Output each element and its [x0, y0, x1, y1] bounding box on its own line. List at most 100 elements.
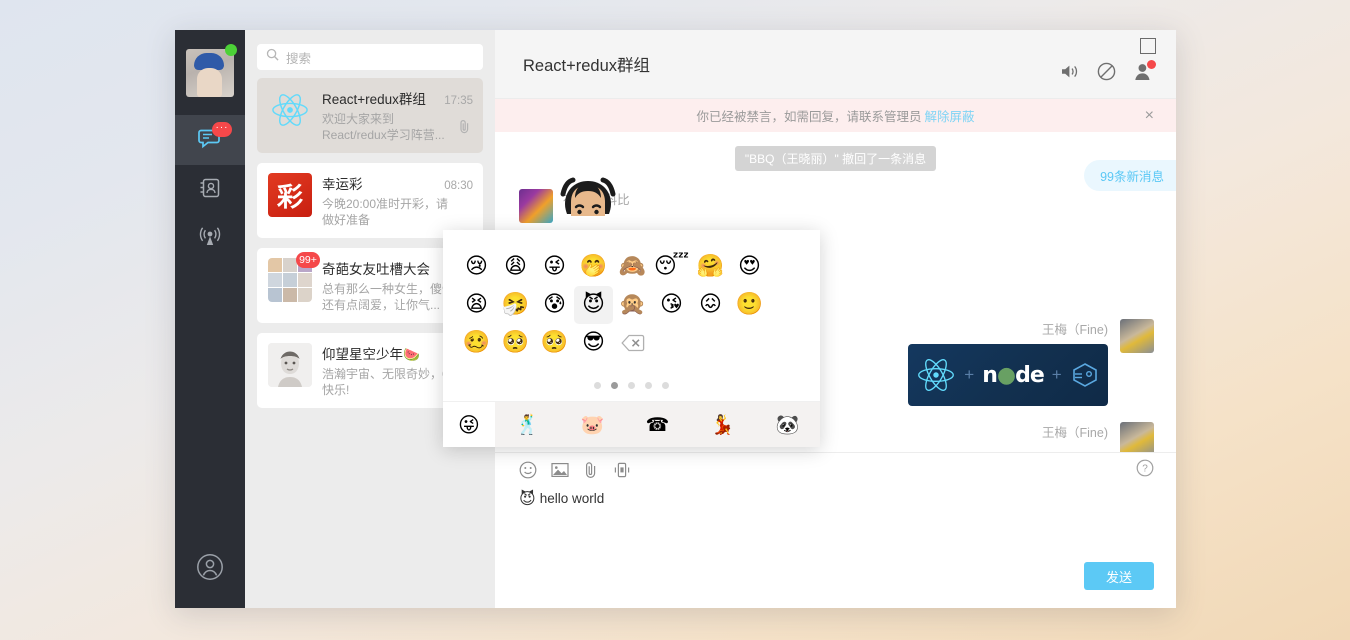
emoji-item[interactable]: 😩 — [496, 248, 535, 286]
svg-text:?: ? — [1142, 463, 1148, 474]
conversation-title: React+redux群组 — [322, 92, 426, 107]
unban-link[interactable]: 解除屏蔽 — [925, 106, 975, 125]
smiley-icon[interactable] — [519, 461, 537, 479]
emoji-item[interactable]: 😖 — [691, 286, 730, 324]
page-title: React+redux群组 — [523, 57, 651, 75]
send-button[interactable]: 发送 — [1084, 562, 1154, 590]
plus-sign: + — [964, 365, 975, 384]
person-add-icon[interactable] — [1134, 59, 1156, 81]
paperclip-icon[interactable] — [583, 461, 599, 479]
emoji-item[interactable]: 😰 — [535, 286, 574, 324]
emoji-item[interactable]: 🥴 — [457, 324, 496, 362]
message-content: 王梅（Fine) — [1042, 422, 1108, 452]
person-circle-icon — [196, 553, 224, 586]
avatar[interactable] — [1120, 319, 1154, 353]
sidebar-item-broadcast[interactable] — [175, 215, 245, 265]
maximize-window-icon[interactable] — [1140, 38, 1156, 54]
tab-sticker-1[interactable]: 🕺 — [495, 413, 560, 436]
list-item[interactable]: React+redux群组 17:35 欢迎大家来到React/redux学习阵… — [257, 78, 483, 153]
page-dot[interactable] — [645, 382, 652, 389]
emoji-item[interactable]: 😜 — [535, 248, 574, 286]
avatar[interactable] — [519, 189, 553, 223]
sidebar-item-chat[interactable]: ··· — [175, 115, 245, 165]
phone-shake-icon[interactable] — [613, 461, 631, 479]
page-dot-active[interactable] — [611, 382, 618, 389]
app-window: ··· 搜索 React+redux群组 17:35 欢迎大家来到React/r… — [175, 30, 1176, 608]
page-dot[interactable] — [594, 382, 601, 389]
list-item[interactable]: 彩 幸运彩 08:30 今晚20:00准时开彩，请做好准备 — [257, 163, 483, 238]
avatar — [268, 343, 312, 387]
emoji-picker-panel[interactable]: 😢 😩 😜 🤭 🙈 😴 🤗 😍 😫 🤧 😰 😈 🙊 😘 😖 🙂 🥴 🥺 🥺 😎 … — [443, 230, 820, 447]
contacts-card-icon — [198, 176, 222, 205]
tab-sticker-2[interactable]: 🐷 — [560, 413, 625, 436]
sticker-emoji-large — [555, 174, 621, 236]
nav-rail: ··· — [175, 30, 245, 608]
emoji-item[interactable]: 😢 — [457, 248, 496, 286]
list-item-body: React+redux群组 17:35 欢迎大家来到React/redux学习阵… — [322, 88, 473, 143]
emoji-item[interactable]: 🙊 — [613, 286, 652, 324]
emoji-item[interactable]: 😘 — [652, 286, 691, 324]
message-sender: 王梅（Fine) — [1042, 323, 1108, 337]
ban-notice-bar: 你已经被禁言，如需回复，请联系管理员 解除屏蔽 × — [495, 99, 1176, 132]
online-status-dot — [225, 44, 237, 56]
close-icon[interactable]: × — [1145, 107, 1154, 124]
list-item-header: React+redux群组 17:35 — [322, 88, 473, 108]
paperclip-icon — [458, 119, 471, 139]
draft-text: hello world — [539, 491, 605, 506]
conversation-time: 17:35 — [444, 95, 473, 107]
emoji-item[interactable]: 😫 — [457, 286, 496, 324]
conversation-title: 幸运彩 — [322, 177, 363, 192]
emoji-item[interactable]: 😍 — [730, 248, 769, 286]
emoji-item[interactable]: 🙂 — [730, 286, 769, 324]
emoji-item[interactable]: 🤭 — [574, 248, 613, 286]
emoji-page-dots — [443, 366, 820, 401]
conversation-time: 08:30 — [444, 180, 473, 192]
conversation-title: 仰望星空少年🍉 — [322, 347, 420, 362]
sidebar-item-profile[interactable] — [175, 553, 245, 586]
image-icon[interactable] — [551, 462, 569, 478]
new-messages-pill[interactable]: 99条新消息 — [1084, 160, 1176, 191]
message-input[interactable]: 😈 hello world — [495, 487, 1176, 562]
chat-header: React+redux群组 — [495, 30, 1176, 99]
emoji-item[interactable]: 😴 — [652, 248, 691, 286]
emoji-item-selected[interactable]: 😈 — [574, 286, 613, 324]
tab-sticker-4[interactable]: 💃 — [690, 413, 755, 436]
message-sender: 王梅（Fine) — [1042, 426, 1108, 440]
speaker-icon[interactable] — [1060, 63, 1079, 80]
emoji-item[interactable]: 🥺 — [496, 324, 535, 362]
emoji-grid: 😢 😩 😜 🤭 🙈 😴 🤗 😍 😫 🤧 😰 😈 🙊 😘 😖 🙂 🥴 🥺 🥺 😎 — [443, 230, 820, 366]
chat-pane: React+redux群组 你已经被禁言，如需回复，请联系管理员 解除屏蔽 × … — [443, 30, 1176, 608]
list-item-header: 幸运彩 08:30 — [322, 173, 473, 193]
question-mark-icon[interactable]: ? — [1136, 459, 1154, 482]
backspace-delete-icon[interactable] — [613, 324, 652, 362]
conversation-title: 奇葩女友吐槽大会 — [322, 262, 430, 277]
message-content: 王梅（Fine) + n●de + — [908, 319, 1108, 406]
emoji-item[interactable]: 🤗 — [691, 248, 730, 286]
draft-emoji: 😈 — [519, 489, 536, 508]
emoji-item[interactable]: 🙈 — [613, 248, 652, 286]
page-dot[interactable] — [662, 382, 669, 389]
page-dot[interactable] — [628, 382, 635, 389]
tab-sticker-3[interactable]: ☎ — [625, 414, 690, 436]
emoji-item[interactable]: 🥺 — [535, 324, 574, 362]
member-notification-dot — [1147, 59, 1156, 69]
send-row: 发送 — [495, 562, 1176, 608]
conversation-preview: 欢迎大家来到React/redux学习阵营... — [322, 112, 445, 142]
no-entry-icon[interactable] — [1097, 62, 1116, 81]
node-logo: n●de — [982, 362, 1045, 388]
search-input[interactable]: 搜索 — [257, 44, 483, 70]
conversation-preview: 今晚20:00准时开彩，请做好准备 — [322, 197, 449, 227]
webpack-logo — [1072, 363, 1097, 387]
sticker-tabs: 🕺 🐷 ☎ 💃 🐼 — [495, 402, 820, 447]
tab-emoji[interactable]: 😜 — [443, 402, 495, 447]
avatar[interactable] — [186, 48, 234, 97]
rail-avatar-block[interactable] — [175, 30, 245, 115]
unread-badge: 99+ — [296, 252, 320, 268]
emoji-item[interactable]: 😎 — [574, 324, 613, 362]
emoji-item[interactable]: 🤧 — [496, 286, 535, 324]
message-image[interactable]: + n●de + — [908, 344, 1108, 406]
message-composer: ? 😈 hello world 发送 — [495, 452, 1176, 608]
avatar[interactable] — [1120, 422, 1154, 452]
tab-sticker-5[interactable]: 🐼 — [755, 413, 820, 436]
sidebar-item-contacts[interactable] — [175, 165, 245, 215]
